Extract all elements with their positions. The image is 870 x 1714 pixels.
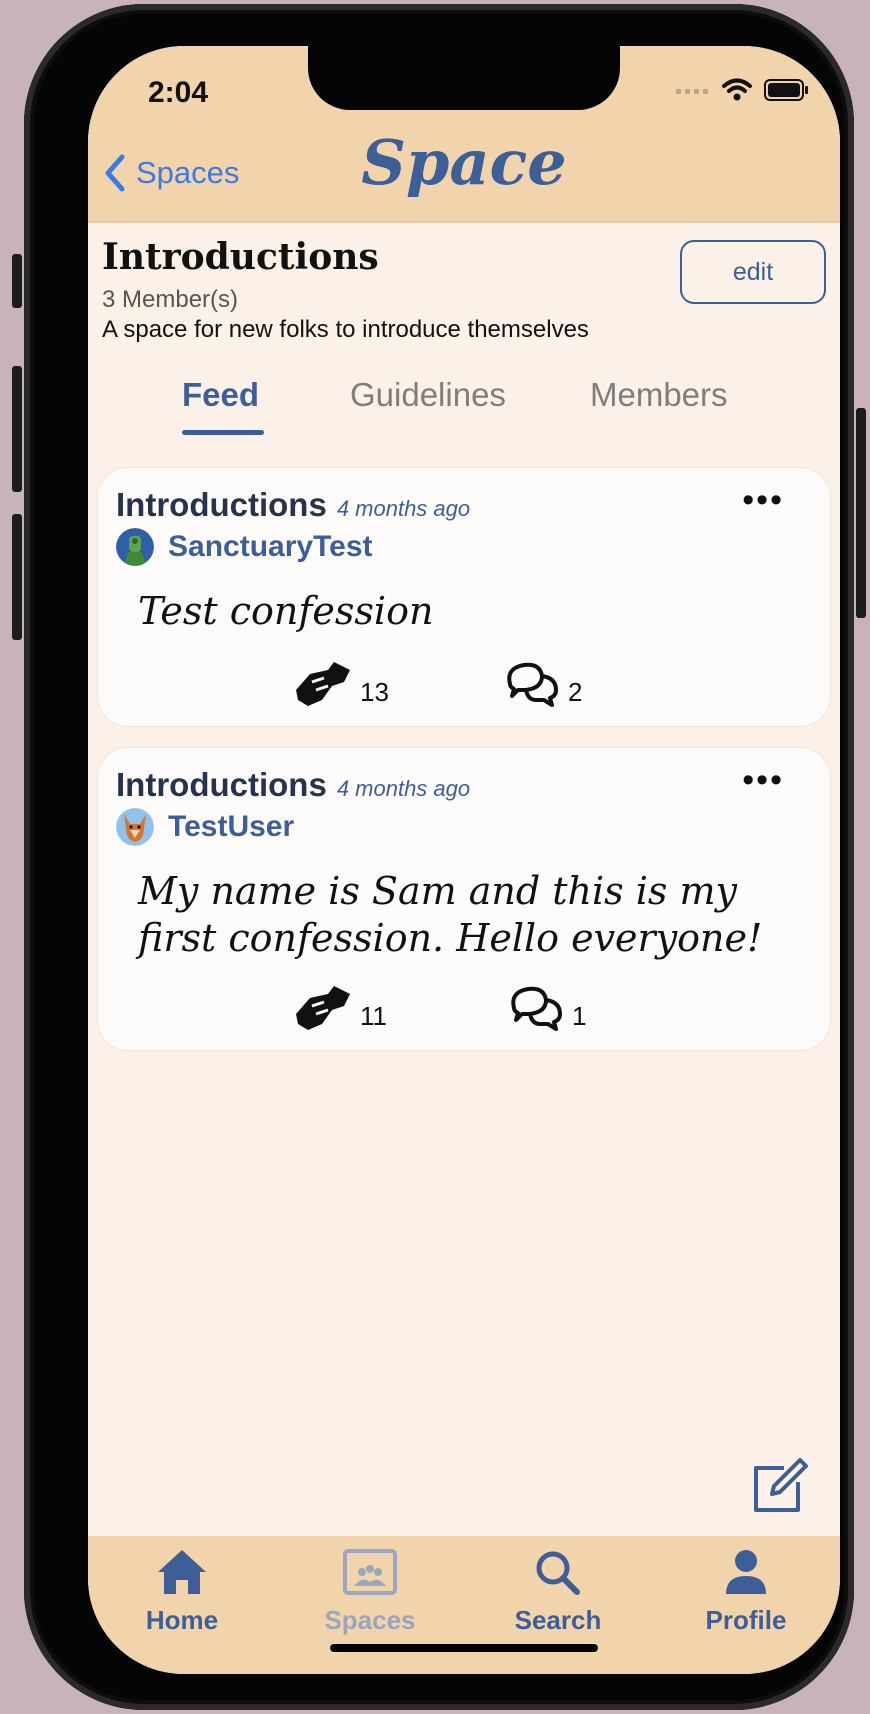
notch — [308, 46, 620, 110]
handshake-icon — [296, 662, 350, 706]
comments-icon — [507, 662, 558, 707]
wifi-icon — [722, 78, 752, 101]
like-button[interactable]: 13 — [294, 660, 389, 708]
tabbar-label: Home — [145, 1605, 219, 1635]
more-options-icon[interactable]: ••• — [742, 763, 784, 797]
home-indicator[interactable] — [330, 1644, 598, 1652]
comment-count: 2 — [568, 677, 583, 707]
power-button — [856, 408, 866, 618]
phone-frame: 2:04 Spaces Space Introductions 3 Member… — [12, 4, 866, 1710]
author-name: SanctuaryTest — [168, 530, 373, 563]
post-body-line: first confession. Hello everyone! — [138, 916, 763, 960]
post-body: Test confession — [138, 589, 434, 633]
battery-icon — [764, 79, 808, 101]
post-card[interactable]: Introductions 4 months ago ••• TestUser … — [98, 748, 830, 1050]
page-title: Space — [361, 126, 567, 199]
compose-icon — [754, 1458, 808, 1512]
tabbar-label: Spaces — [324, 1605, 416, 1635]
header-bar: 2:04 Spaces Space — [88, 46, 840, 223]
search-icon — [536, 1551, 580, 1595]
post-time: 4 months ago — [336, 496, 471, 521]
post-space-name[interactable]: Introductions — [116, 766, 327, 804]
mute-switch — [12, 254, 22, 308]
avatar — [116, 808, 154, 846]
home-icon — [158, 1550, 206, 1594]
tab-members[interactable]: Members — [590, 376, 728, 414]
post-author[interactable]: TestUser — [116, 808, 294, 846]
comment-button[interactable]: 2 — [504, 660, 582, 708]
app-screen: 2:04 Spaces Space Introductions 3 Member… — [88, 46, 840, 1674]
tabbar-spaces[interactable]: Spaces — [300, 1548, 440, 1636]
post-space-name[interactable]: Introductions — [116, 486, 327, 524]
like-button[interactable]: 11 — [294, 984, 387, 1032]
tab-feed[interactable]: Feed — [182, 376, 259, 414]
bottom-tab-bar: Home Spaces Search Profile — [88, 1536, 840, 1674]
more-options-icon[interactable]: ••• — [742, 483, 784, 517]
profile-icon — [726, 1550, 766, 1594]
status-icons — [676, 78, 810, 102]
post-time: 4 months ago — [336, 776, 471, 801]
tabbar-profile[interactable]: Profile — [676, 1548, 816, 1636]
volume-up-button — [12, 366, 22, 492]
space-description: A space for new folks to introduce thems… — [102, 316, 589, 343]
post-card[interactable]: Introductions 4 months ago ••• Sanctuary… — [98, 468, 830, 726]
tabbar-label: Search — [514, 1605, 602, 1635]
post-body-line: My name is Sam and this is my — [138, 869, 737, 913]
cellular-signal-icon — [676, 89, 708, 94]
comments-icon — [511, 986, 562, 1031]
tab-guidelines[interactable]: Guidelines — [350, 376, 506, 414]
comment-button[interactable]: 1 — [508, 984, 586, 1032]
post-header: Introductions 4 months ago — [116, 486, 470, 524]
status-time: 2:04 — [148, 76, 209, 109]
volume-down-button — [12, 514, 22, 640]
edit-button[interactable]: edit — [680, 240, 826, 304]
avatar — [116, 528, 154, 566]
comment-count: 1 — [572, 1001, 587, 1031]
post-author[interactable]: SanctuaryTest — [116, 528, 373, 566]
post-header: Introductions 4 months ago — [116, 766, 470, 804]
spaces-icon — [343, 1549, 397, 1595]
like-count: 11 — [360, 1001, 387, 1031]
handshake-icon — [296, 986, 350, 1030]
tabbar-home[interactable]: Home — [112, 1548, 252, 1636]
post-body: My name is Sam and this is my first conf… — [138, 868, 762, 962]
like-count: 13 — [360, 677, 389, 707]
tabbar-label: Profile — [705, 1605, 787, 1635]
tab-bar-top: Feed Guidelines Members — [88, 376, 840, 446]
active-tab-indicator — [182, 430, 264, 435]
tabbar-search[interactable]: Search — [488, 1548, 628, 1636]
author-name: TestUser — [168, 810, 295, 843]
compose-button[interactable] — [750, 1458, 810, 1521]
